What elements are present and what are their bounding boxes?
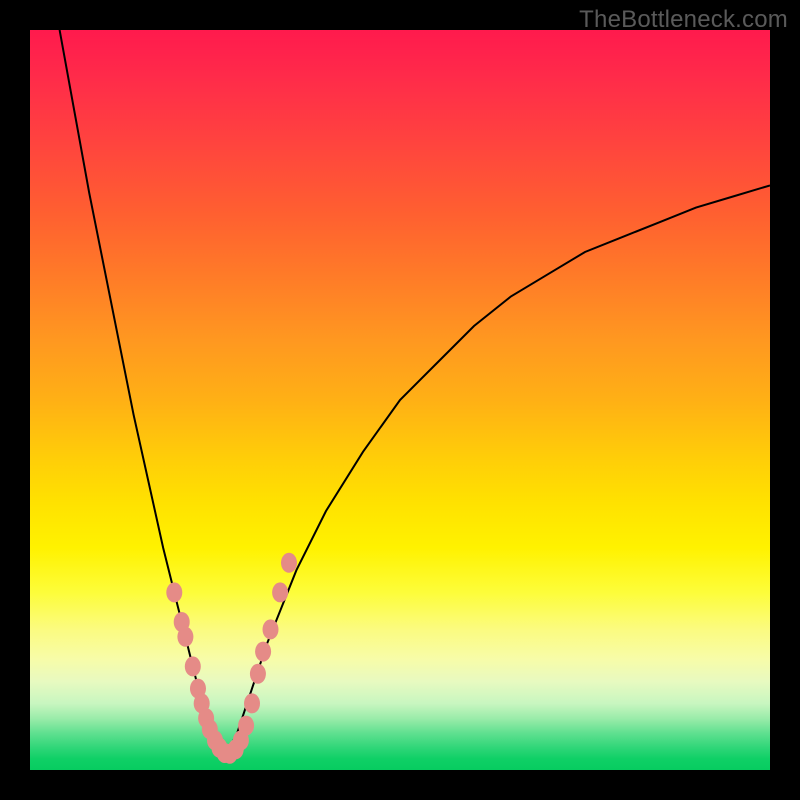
highlight-dot xyxy=(250,664,266,684)
highlight-dot xyxy=(272,582,288,602)
curve-left-branch xyxy=(60,30,223,755)
highlight-dot xyxy=(238,716,254,736)
highlight-dot xyxy=(281,553,297,573)
chart-svg xyxy=(30,30,770,770)
watermark-text: TheBottleneck.com xyxy=(579,6,788,34)
plot-area xyxy=(30,30,770,770)
chart-frame: TheBottleneck.com xyxy=(0,0,800,800)
curve-right-branch xyxy=(222,185,770,755)
highlight-dot xyxy=(177,627,193,647)
highlight-dot xyxy=(263,619,279,639)
highlight-dot xyxy=(244,693,260,713)
highlight-dot xyxy=(255,642,271,662)
highlight-dot xyxy=(185,656,201,676)
highlight-dot xyxy=(166,582,182,602)
highlight-dots-group xyxy=(166,553,297,764)
